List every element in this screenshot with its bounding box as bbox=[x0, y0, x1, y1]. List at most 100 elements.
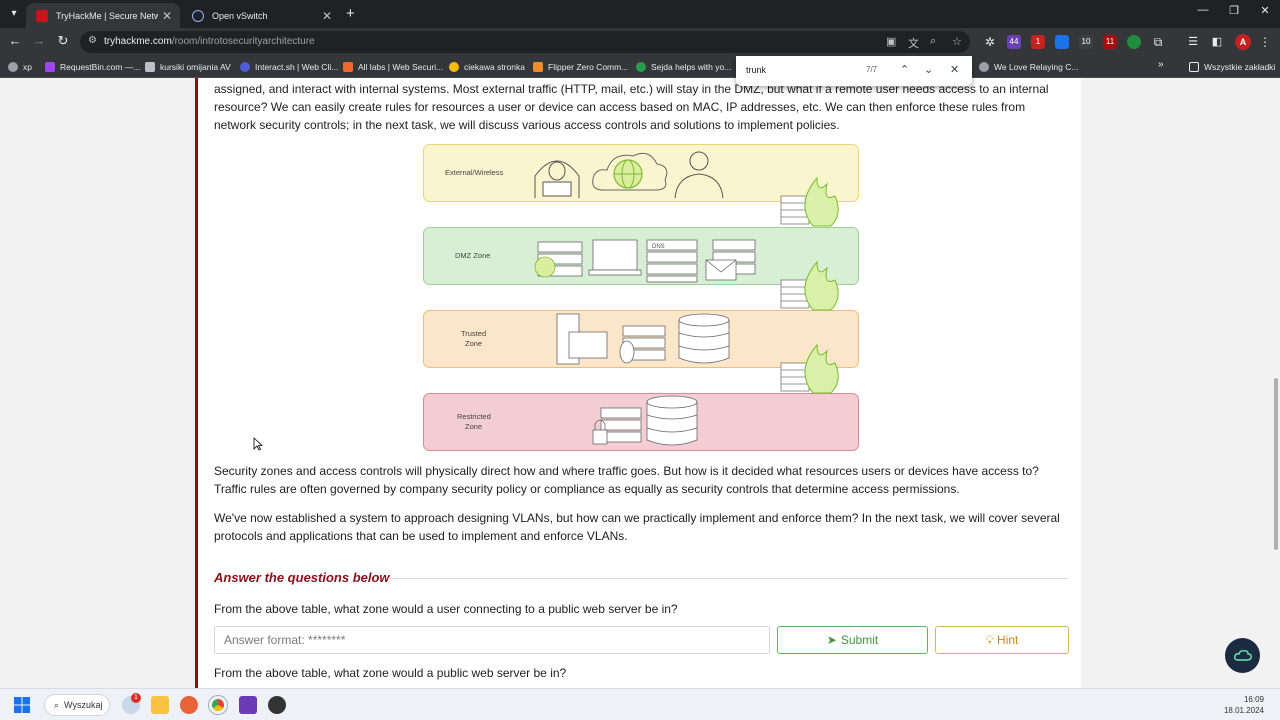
reading-list-icon[interactable]: ☰ bbox=[1186, 35, 1200, 49]
windows-start-icon[interactable] bbox=[13, 696, 31, 714]
bookmark-all-folder[interactable]: Wszystkie zakładki bbox=[1189, 60, 1275, 74]
clock-date: 18.01.2024 bbox=[1223, 706, 1264, 715]
bookmark-ciekawa[interactable]: ciekawa stronka bbox=[449, 60, 525, 74]
side-panel-icon[interactable]: ◧ bbox=[1210, 35, 1224, 49]
find-next-chevron-down-icon[interactable]: ⌄ bbox=[924, 63, 933, 76]
tryhackme-favicon-icon bbox=[36, 9, 48, 22]
install-app-icon[interactable]: ▣ bbox=[886, 35, 896, 48]
hint-button[interactable]: 💡︎ Hint bbox=[935, 626, 1069, 654]
profile-avatar[interactable]: A bbox=[1235, 34, 1251, 50]
bookmark-label: ciekawa stronka bbox=[464, 62, 525, 72]
database-icon bbox=[646, 395, 698, 446]
extension-blue-icon[interactable] bbox=[1055, 35, 1069, 49]
bookmark-label: Flipper Zero Comm... bbox=[548, 62, 629, 72]
obs-studio-icon[interactable] bbox=[268, 696, 286, 714]
tab-title: Open vSwitch bbox=[212, 10, 268, 21]
extension-dark-icon[interactable]: 10 bbox=[1079, 35, 1093, 49]
extension-badge-count: 1 bbox=[1035, 37, 1041, 46]
extension-badge-icon[interactable]: 44 bbox=[1007, 35, 1021, 49]
linux-server-icon bbox=[619, 325, 666, 364]
chrome-icon[interactable] bbox=[209, 696, 227, 714]
paragraph-intro: assigned, and interact with internal sys… bbox=[214, 82, 1049, 132]
tab-open-vswitch[interactable]: Open vSwitch ✕ bbox=[182, 3, 340, 28]
find-input[interactable]: trunk bbox=[746, 65, 766, 75]
bookmark-favicon-icon bbox=[240, 62, 250, 72]
bookmark-label: xp bbox=[23, 62, 32, 72]
submit-button[interactable]: ➤ Submit bbox=[777, 626, 928, 654]
windows-taskbar: ⌕ Wyszukaj 1 16:09 18.01.2024 bbox=[0, 688, 1280, 720]
extension-green-icon[interactable] bbox=[1127, 35, 1141, 49]
clock-time: 16:09 bbox=[1243, 695, 1264, 704]
taskbar-search[interactable]: ⌕ Wyszukaj bbox=[44, 694, 110, 716]
answer-section-title: Answer the questions below bbox=[214, 570, 390, 585]
address-bar[interactable]: ⚙ tryhackme.com/room/introtosecurityarch… bbox=[80, 31, 970, 53]
mouse-cursor-icon bbox=[253, 437, 264, 456]
bookmark-star-icon[interactable]: ☆ bbox=[952, 35, 962, 48]
forward-arrow-icon[interactable]: → bbox=[30, 33, 48, 48]
laptop-icon bbox=[588, 239, 642, 276]
find-close-icon[interactable]: ✕ bbox=[950, 63, 959, 76]
video-editor-icon[interactable] bbox=[239, 696, 257, 714]
chat-assistant-button[interactable] bbox=[1225, 638, 1260, 673]
notification-badge: 1 bbox=[131, 693, 141, 703]
zoom-icon[interactable]: ⌕ bbox=[930, 35, 936, 48]
zone-label: Trusted bbox=[461, 329, 486, 338]
bookmark-label: Sejda helps with yo... bbox=[651, 62, 732, 72]
paper-plane-icon: ➤ bbox=[826, 633, 837, 647]
chat-cloud-icon bbox=[1233, 649, 1252, 661]
find-previous-chevron-up-icon[interactable]: ⌃ bbox=[900, 63, 909, 76]
lightbulb-icon: 💡︎ bbox=[985, 632, 995, 647]
extension-red-icon[interactable]: 1 bbox=[1031, 35, 1045, 49]
bookmark-relaying[interactable]: We Love Relaying C... bbox=[979, 60, 1078, 74]
bookmarks-overflow-chevron-icon[interactable]: » bbox=[1158, 59, 1164, 70]
question-2: From the above table, what zone would a … bbox=[214, 666, 567, 680]
reload-icon[interactable]: ↻ bbox=[54, 33, 72, 49]
bookmark-label: kursiki omijania AV bbox=[160, 62, 231, 72]
extension-gear-icon[interactable]: ✲ bbox=[983, 35, 997, 49]
firefox-icon[interactable] bbox=[180, 696, 198, 714]
window-close-icon[interactable]: ✕ bbox=[1250, 4, 1280, 17]
new-tab-plus-icon[interactable]: + bbox=[346, 5, 355, 22]
bookmark-label: Interact.sh | Web Cli... bbox=[255, 62, 339, 72]
tab-search-button[interactable]: ▾ bbox=[5, 4, 23, 22]
url-text[interactable]: tryhackme.com/room/introtosecurityarchit… bbox=[104, 36, 315, 47]
hint-label: Hint bbox=[997, 633, 1019, 647]
extension-badge-count: 11 bbox=[1105, 37, 1115, 46]
tab-tryhackme[interactable]: TryHackMe | Secure Network A ✕ bbox=[26, 3, 180, 28]
system-clock[interactable]: 16:09 18.01.2024 bbox=[1224, 694, 1264, 716]
find-match-count: 7/7 bbox=[866, 65, 878, 74]
zone-restricted: Restricted Zone bbox=[423, 393, 859, 451]
extensions-puzzle-icon[interactable]: ⧉ bbox=[1151, 35, 1165, 49]
zone-dmz: DMZ Zone DNS bbox=[423, 227, 859, 285]
site-info-icon[interactable]: ⚙ bbox=[88, 35, 97, 46]
bookmark-favicon-icon bbox=[145, 62, 155, 72]
bookmark-flipper[interactable]: Flipper Zero Comm... bbox=[533, 60, 628, 74]
bookmark-favicon-icon bbox=[343, 62, 353, 72]
translate-icon[interactable]: 文 bbox=[908, 35, 919, 51]
minimize-icon[interactable]: — bbox=[1188, 4, 1218, 16]
bookmark-sejda[interactable]: Sejda helps with yo... bbox=[636, 60, 731, 74]
file-explorer-icon[interactable] bbox=[151, 696, 169, 714]
page-scrollbar-thumb[interactable] bbox=[1274, 378, 1278, 550]
extension-badge-count: 10 bbox=[1081, 37, 1091, 46]
zone-label: DMZ Zone bbox=[455, 251, 490, 260]
mail-server-icon bbox=[705, 239, 756, 281]
restore-icon[interactable]: ❐ bbox=[1219, 4, 1249, 17]
browser-menu-icon[interactable]: ⋮ bbox=[1258, 35, 1272, 49]
tab-strip: ▾ TryHackMe | Secure Network A ✕ Open vS… bbox=[0, 0, 1280, 28]
zone-label: External/Wireless bbox=[445, 168, 504, 177]
bookmark-portswigger[interactable]: All labs | Web Securi... bbox=[343, 60, 443, 74]
extension-wine-icon[interactable]: 11 bbox=[1103, 35, 1117, 49]
question-1: From the above table, what zone would a … bbox=[214, 602, 678, 616]
bookmark-requestbin[interactable]: RequestBin.com —... bbox=[45, 60, 140, 74]
bookmark-xp[interactable]: xp bbox=[8, 60, 32, 74]
bookmark-interactsh[interactable]: Interact.sh | Web Cli... bbox=[240, 60, 338, 74]
bookmark-favicon-icon bbox=[45, 62, 55, 72]
bookmark-label: All labs | Web Securi... bbox=[358, 62, 444, 72]
tab-close-icon[interactable]: ✕ bbox=[162, 9, 172, 23]
bookmark-kursiki[interactable]: kursiki omijania AV bbox=[145, 60, 231, 74]
answer-input-q1[interactable] bbox=[214, 626, 770, 654]
bookmark-favicon-icon bbox=[533, 62, 543, 72]
tab-close-icon[interactable]: ✕ bbox=[322, 9, 332, 23]
back-arrow-icon[interactable]: ← bbox=[6, 33, 24, 48]
